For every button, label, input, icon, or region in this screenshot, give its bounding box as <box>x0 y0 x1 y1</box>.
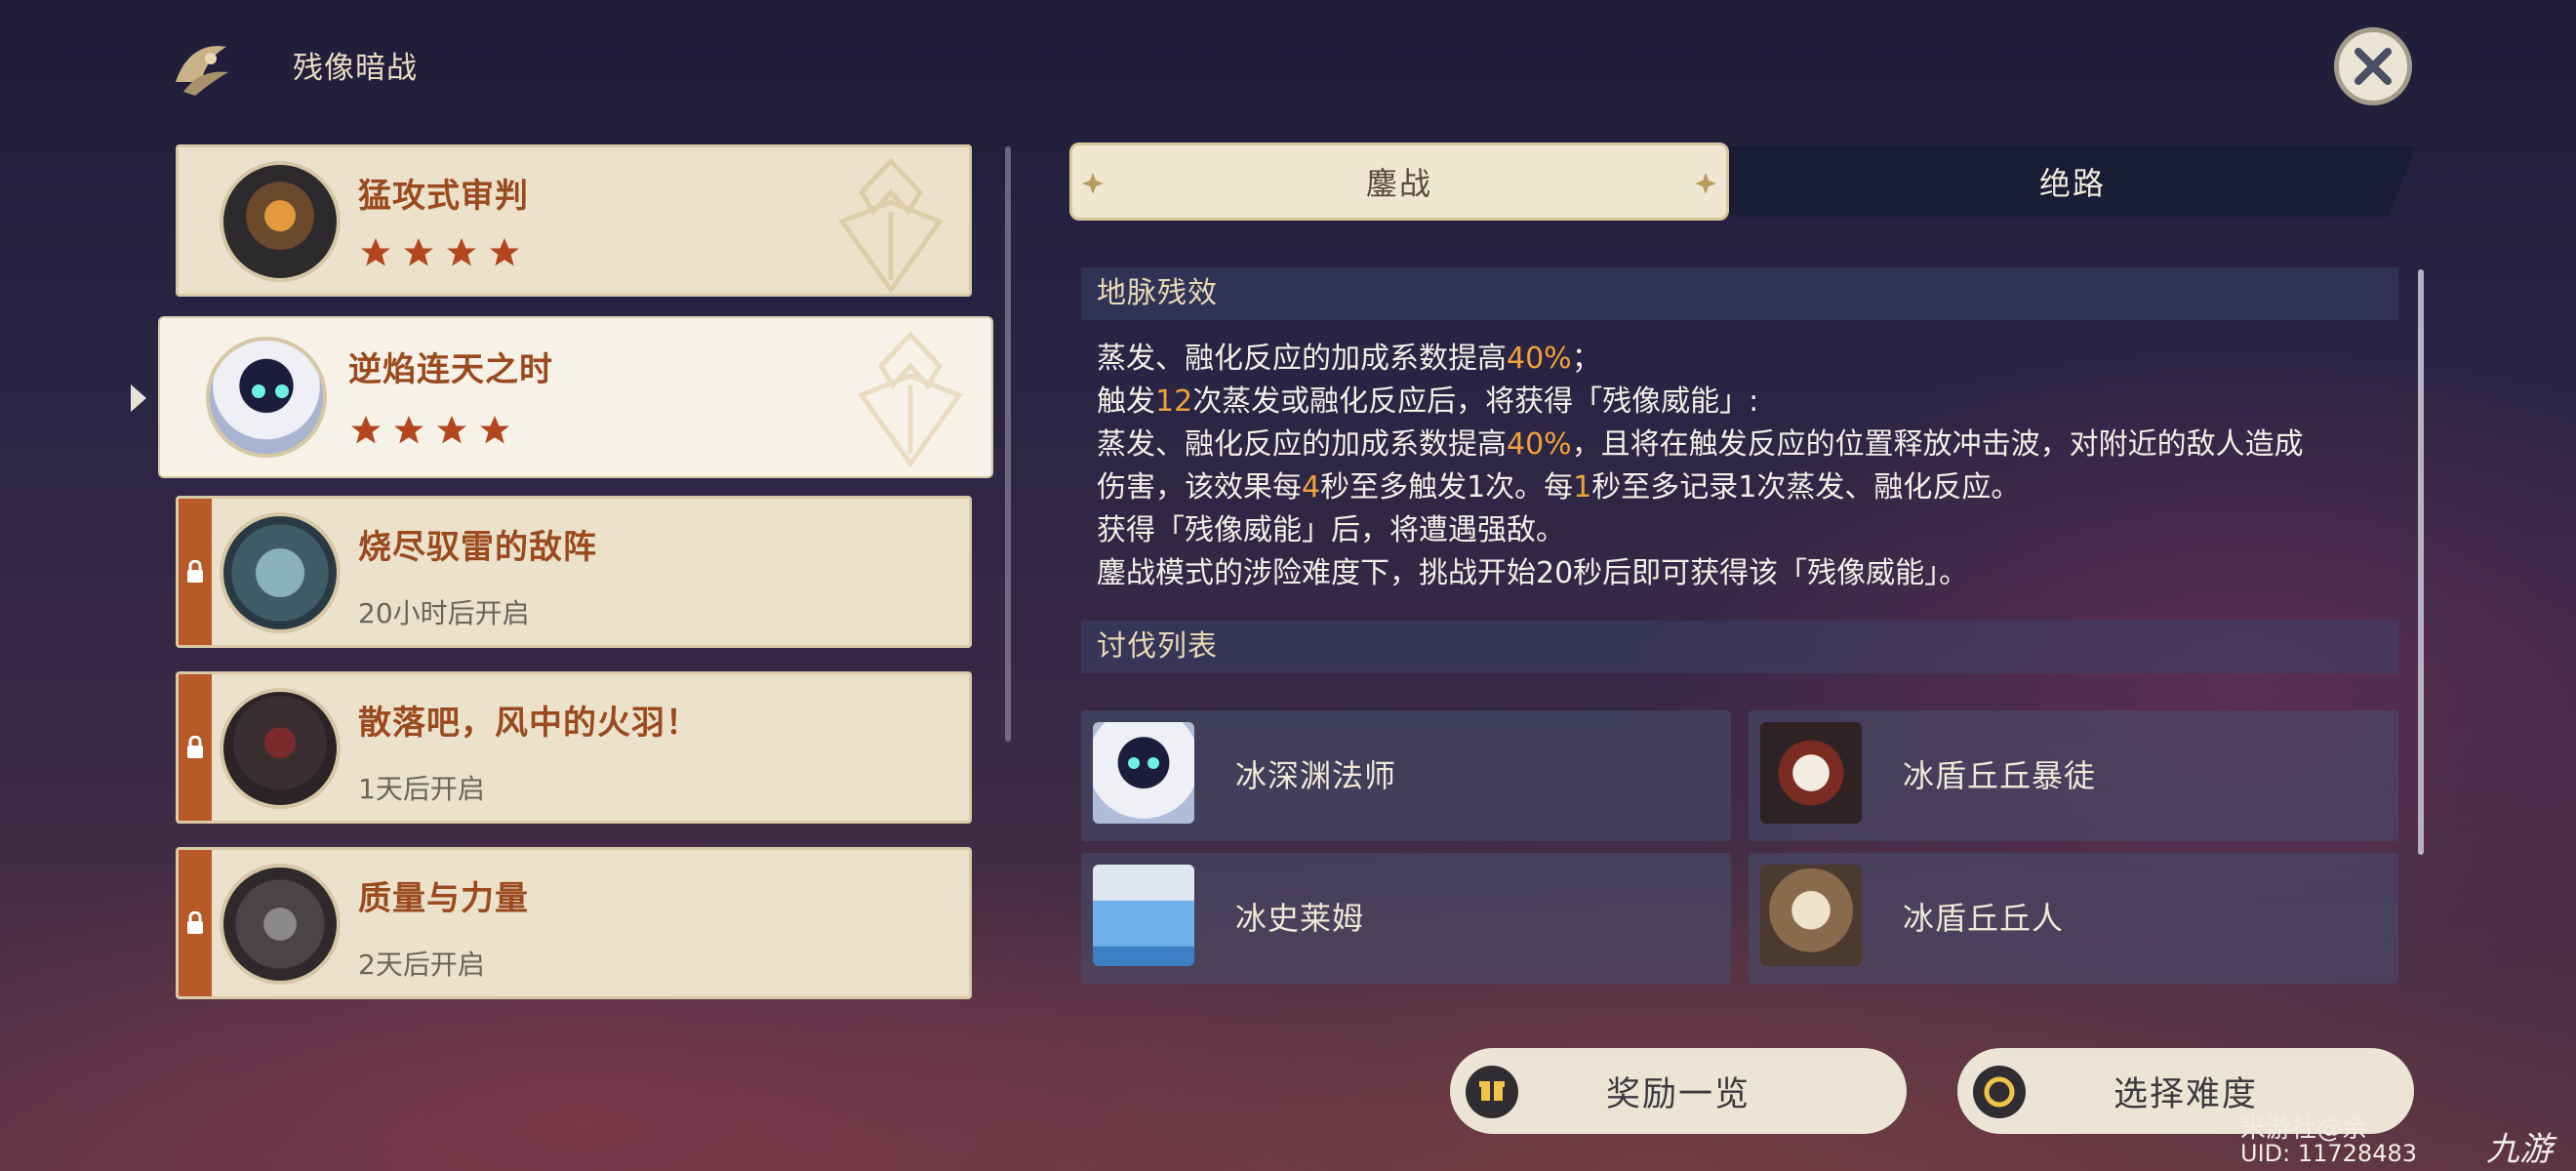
star-icon <box>361 238 390 266</box>
star-icon <box>404 238 433 266</box>
avatar <box>220 161 341 282</box>
avatar <box>220 512 341 633</box>
avatar <box>220 688 341 809</box>
mode-tabs: 鏖战 绝路 <box>1069 142 2416 221</box>
star-rating <box>348 413 512 448</box>
unlock-time: 20小时后开启 <box>358 597 530 629</box>
emblem-watermark-icon <box>838 157 944 294</box>
challenge-name: 质量与力量 <box>358 879 529 918</box>
desc-highlight: 4 <box>1302 470 1321 505</box>
tab-active[interactable]: 鏖战 <box>1069 142 1729 221</box>
desc-highlight: 40% <box>1507 342 1572 376</box>
sparkle-icon <box>1695 173 1716 194</box>
desc-text: 蒸发、融化反应的加成系数提高 <box>1097 427 1507 462</box>
rewards-label: 奖励一览 <box>1605 1074 1751 1114</box>
watermark-brand: 九游 <box>2486 1130 2553 1169</box>
event-emblem-icon <box>166 33 236 103</box>
lock-bar <box>179 850 212 996</box>
gift-icon <box>1466 1066 1518 1118</box>
desc-line: 蒸发、融化反应的加成系数提高40%； <box>1097 338 2395 381</box>
desc-text: ； <box>1571 342 1601 376</box>
desc-text: 伤害，该效果每 <box>1097 470 1302 505</box>
close-button[interactable] <box>2334 27 2412 105</box>
section-header-effects: 地脉残效 <box>1081 267 2398 320</box>
unlock-time: 2天后开启 <box>358 949 485 981</box>
star-icon <box>480 416 509 444</box>
challenge-card[interactable]: 猛攻式审判 <box>176 144 972 297</box>
abyss-mage-icon <box>252 384 289 398</box>
enemy-portrait <box>1093 722 1194 824</box>
desc-text: ，且将在触发反应的位置释放冲击波，对附近的敌人造成 <box>1571 427 2304 462</box>
star-rating <box>358 235 522 270</box>
star-icon <box>437 416 466 444</box>
lock-bar <box>179 674 212 821</box>
sparkle-icon <box>1082 173 1104 194</box>
enemy-portrait <box>1760 865 1862 966</box>
page-title: 残像暗战 <box>293 51 418 86</box>
enemy-card[interactable]: 冰史莱姆 <box>1081 853 1731 984</box>
challenge-name: 逆焰连天之时 <box>348 350 553 389</box>
desc-highlight: 1 <box>1573 470 1592 505</box>
desc-line: 鏖战模式的涉险难度下，挑战开始20秒后即可获得该「残像威能」。 <box>1097 556 1969 590</box>
section-header-enemies: 讨伐列表 <box>1081 621 2398 673</box>
watermark-uid: UID: 11728483 <box>2240 1140 2417 1167</box>
challenge-card-locked[interactable]: 散落吧，风中的火羽！ 1天后开启 <box>176 671 972 824</box>
star-icon <box>351 416 381 444</box>
effect-description: 蒸发、融化反应的加成系数提高40%； 触发12次蒸发或融化反应后，将获得「残像威… <box>1097 338 2395 595</box>
lock-icon <box>187 560 203 583</box>
rewards-button[interactable]: 奖励一览 <box>1450 1048 1907 1134</box>
desc-line: 触发12次蒸发或融化反应后，将获得「残像威能」: <box>1097 381 2395 424</box>
avatar <box>206 337 327 458</box>
unlock-time: 1天后开启 <box>358 773 485 805</box>
lock-icon <box>187 911 203 934</box>
enemy-name: 冰盾丘丘人 <box>1903 900 2065 937</box>
desc-text: 蒸发、融化反应的加成系数提高 <box>1097 342 1507 376</box>
enemy-name: 冰深渊法师 <box>1235 757 1397 794</box>
lock-icon <box>187 736 203 758</box>
desc-highlight: 40% <box>1507 427 1572 462</box>
list-scrollbar[interactable] <box>1005 146 1011 742</box>
emblem-watermark-icon <box>858 331 963 467</box>
enemy-card[interactable]: 冰盾丘丘人 <box>1749 853 2398 984</box>
desc-highlight: 12 <box>1155 384 1193 419</box>
desc-line: 获得「残像威能」后，将遭遇强敌。 <box>1097 513 1565 547</box>
enemy-card[interactable]: 冰深渊法师 <box>1081 710 1731 841</box>
avatar <box>220 864 341 985</box>
star-icon <box>447 238 476 266</box>
enemy-portrait <box>1760 722 1862 824</box>
desc-line: 伤害，该效果每4秒至多触发1次。每1秒至多记录1次蒸发、融化反应。 <box>1097 466 2395 509</box>
desc-text: 秒至多触发1次。每 <box>1320 470 1574 505</box>
challenge-card-selected[interactable]: 逆焰连天之时 <box>160 318 991 476</box>
close-icon <box>2355 48 2392 85</box>
tab-active-label: 鏖战 <box>1365 165 1432 202</box>
tab-inactive[interactable]: 绝路 <box>1729 146 2416 217</box>
enemy-name: 冰盾丘丘暴徒 <box>1903 757 2097 794</box>
abyss-mage-icon <box>1128 757 1159 769</box>
star-icon <box>394 416 423 444</box>
desc-text: 次蒸发或融化反应后，将获得「残像威能」: <box>1192 384 1759 419</box>
challenge-name: 烧尽驭雷的敌阵 <box>358 528 597 567</box>
lock-bar <box>179 499 212 645</box>
challenge-name: 猛攻式审判 <box>358 177 529 216</box>
challenge-card-locked[interactable]: 质量与力量 2天后开启 <box>176 847 972 999</box>
desc-text: 秒至多记录1次蒸发、融化反应。 <box>1591 470 2021 505</box>
desc-text: 触发 <box>1097 384 1155 419</box>
challenge-name: 散落吧，风中的火羽！ <box>358 704 700 743</box>
enemy-card[interactable]: 冰盾丘丘暴徒 <box>1749 710 2398 841</box>
star-icon <box>490 238 519 266</box>
challenge-card-locked[interactable]: 烧尽驭雷的敌阵 20小时后开启 <box>176 496 972 648</box>
confirm-circle-icon <box>1973 1066 2026 1118</box>
enemy-name: 冰史莱姆 <box>1235 900 1365 937</box>
enemy-portrait <box>1093 865 1194 966</box>
selection-arrow-icon <box>131 384 146 412</box>
desc-line: 蒸发、融化反应的加成系数提高40%，且将在触发反应的位置释放冲击波，对附近的敌人… <box>1097 424 2395 466</box>
tab-inactive-label: 绝路 <box>2038 165 2106 202</box>
content-scrollbar[interactable] <box>2418 269 2424 855</box>
